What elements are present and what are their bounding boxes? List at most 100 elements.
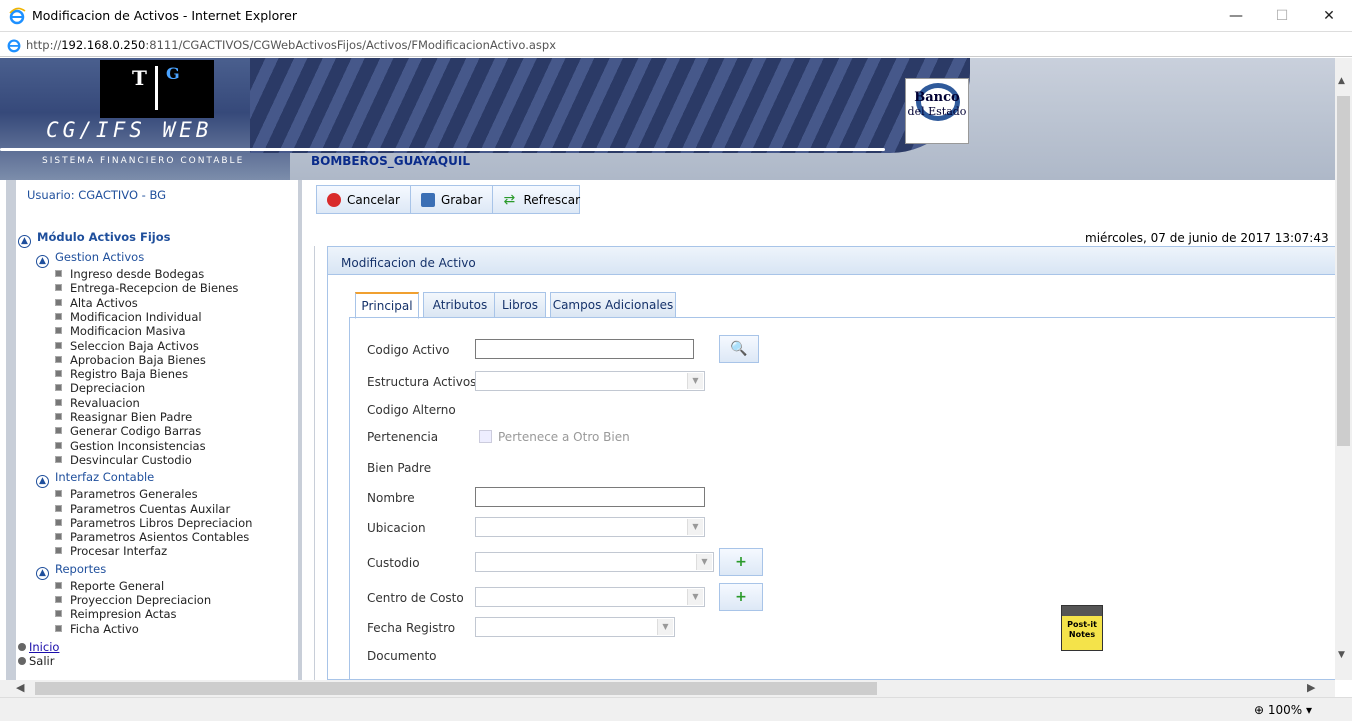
sidebar-item[interactable]: Registro Baja Bienes [55,367,188,381]
minimize-button[interactable]: — [1213,0,1259,32]
bullet-icon [55,312,62,320]
sidebar-item[interactable]: Reasignar Bien Padre [55,410,192,424]
refresh-button[interactable]: ⇄ Refrescar [493,186,590,213]
scroll-down-icon[interactable]: ▼ [1338,650,1345,660]
sidebar-item[interactable]: Parametros Libros Depreciacion [55,516,252,530]
chevron-down-icon: ▼ [657,619,673,635]
page-icon [7,39,21,53]
chevron-down-icon: ▼ [687,373,703,389]
window-title: Modificacion de Activos - Internet Explo… [32,8,297,23]
sidebar-item[interactable]: Reporte General [55,579,164,593]
collapse-icon: ▲ [18,235,31,248]
sidebar-group-reportes[interactable]: ▲ Reportes [36,562,106,580]
ubicacion-select[interactable]: ▼ [475,517,705,537]
codigo-alterno-label: Codigo Alterno [367,403,456,417]
user-label: Usuario: CGACTIVO - BG [27,188,167,202]
chevron-down-icon: ▼ [687,519,703,535]
product-name: CG/IFS WEB [46,118,213,142]
refresh-icon: ⇄ [503,191,516,208]
centro-costo-select[interactable]: ▼ [475,587,705,607]
add-icon: + [735,589,747,605]
zoom-control[interactable]: ⊕ 100% ▾ [1254,703,1312,717]
chevron-down-icon: ▼ [696,554,712,570]
sidebar-item[interactable]: Aprobacion Baja Bienes [55,353,206,367]
add-icon: + [735,554,747,570]
sidebar-item-salir[interactable]: Salir [18,654,54,668]
bullet-icon [55,596,62,603]
sidebar-item[interactable]: Ficha Activo [55,622,139,636]
search-button[interactable]: 🔍 [719,335,759,363]
sidebar-item[interactable]: Revaluacion [55,396,140,410]
bullet-icon [55,298,62,306]
sidebar-item[interactable]: Procesar Interfaz [55,544,167,558]
app-banner: T G CG/IFS WEB SISTEMA FINANCIERO CONTAB… [0,58,1335,180]
sidebar-item[interactable]: Proyeccion Depreciacion [55,593,211,607]
fecha-registro-select[interactable]: ▼ [475,617,675,637]
bullet-icon [55,455,62,463]
sidebar-item[interactable]: Entrega-Recepcion de Bienes [55,281,238,295]
scroll-up-icon[interactable]: ▲ [1338,76,1345,86]
tab-atributos[interactable]: Atributos [423,292,497,318]
address-bar[interactable]: http://192.168.0.250:8111/CGACTIVOS/CGWe… [0,33,1352,57]
maximize-button[interactable]: ☐ [1259,0,1305,32]
sidebar-item[interactable]: Reimpresion Actas [55,607,177,621]
sidebar-item[interactable]: Modificacion Individual [55,310,202,324]
codigo-activo-label: Codigo Activo [367,343,450,357]
pertenece-checkbox[interactable]: Pertenece a Otro Bien [479,430,630,444]
scroll-right-icon[interactable]: ▶ [1307,681,1315,694]
sidebar-item[interactable]: Parametros Asientos Contables [55,530,249,544]
scroll-left-icon[interactable]: ◀ [16,681,24,694]
nombre-label: Nombre [367,491,415,505]
custodio-select[interactable]: ▼ [475,552,714,572]
vertical-scroll-thumb[interactable] [1337,96,1350,446]
bullet-icon [55,441,62,449]
close-button[interactable]: ✕ [1306,0,1352,32]
tab-libros[interactable]: Libros [494,292,546,318]
cancel-button[interactable]: Cancelar [317,186,411,213]
sidebar-module-activos-fijos[interactable]: ▲ Módulo Activos Fijos [18,230,171,248]
sidebar-item[interactable]: Seleccion Baja Activos [55,339,199,353]
sidebar-item[interactable]: Gestion Inconsistencias [55,439,206,453]
postit-notes-icon[interactable]: Post-it Notes [1061,605,1103,651]
sidebar-item-inicio[interactable]: Inicio [18,640,59,654]
chevron-down-icon: ▼ [687,589,703,605]
sidebar-item[interactable]: Parametros Cuentas Auxilar [55,502,230,516]
sidebar-item[interactable]: Depreciacion [55,381,145,395]
tab-campos-adicionales[interactable]: Campos Adicionales [550,292,676,318]
sidebar-item[interactable]: Parametros Generales [55,487,198,501]
tab-principal[interactable]: Principal [355,292,419,319]
sidebar-item[interactable]: Modificacion Masiva [55,324,186,338]
vertical-scrollbar[interactable]: ▲ ▼ [1335,58,1352,680]
bien-padre-label: Bien Padre [367,461,432,475]
current-datetime: miércoles, 07 de junio de 2017 13:07:43 [1085,231,1329,245]
collapse-icon: ▲ [36,566,49,580]
bullet-icon [55,518,62,526]
sidebar-group-gestion-activos[interactable]: ▲ Gestion Activos [36,250,144,268]
estructura-activos-select[interactable]: ▼ [475,371,705,391]
horizontal-scroll-thumb[interactable] [35,682,877,695]
bullet-icon [55,427,62,435]
codigo-activo-input[interactable] [475,339,694,359]
bullet-icon [55,413,62,420]
sidebar-item[interactable]: Generar Codigo Barras [55,424,201,438]
bullet-icon [55,504,62,512]
centro-costo-label: Centro de Costo [367,591,464,605]
sidebar-item[interactable]: Alta Activos [55,296,138,310]
main-content: Cancelar Grabar ⇄ Refrescar miércoles, 07… [314,180,1336,681]
add-custodio-button[interactable]: + [719,548,763,576]
bullet-icon [55,624,62,632]
bullet-icon [55,284,62,292]
add-centro-costo-button[interactable]: + [719,583,763,611]
url-text[interactable]: http://192.168.0.250:8111/CGACTIVOS/CGWe… [26,38,556,52]
bullet-icon [55,270,62,277]
save-button[interactable]: Grabar [411,186,494,213]
horizontal-scrollbar[interactable]: ◀ ▶ [0,680,1335,697]
bullet-icon [55,355,62,363]
ubicacion-label: Ubicacion [367,521,426,535]
sidebar-item[interactable]: Ingreso desde Bodegas [55,267,204,281]
sidebar-item[interactable]: Desvincular Custodio [55,453,192,467]
checkbox-icon [479,430,492,443]
bullet-icon [55,341,62,349]
nombre-input[interactable] [475,487,705,507]
sidebar-group-interfaz-contable[interactable]: ▲ Interfaz Contable [36,470,154,489]
